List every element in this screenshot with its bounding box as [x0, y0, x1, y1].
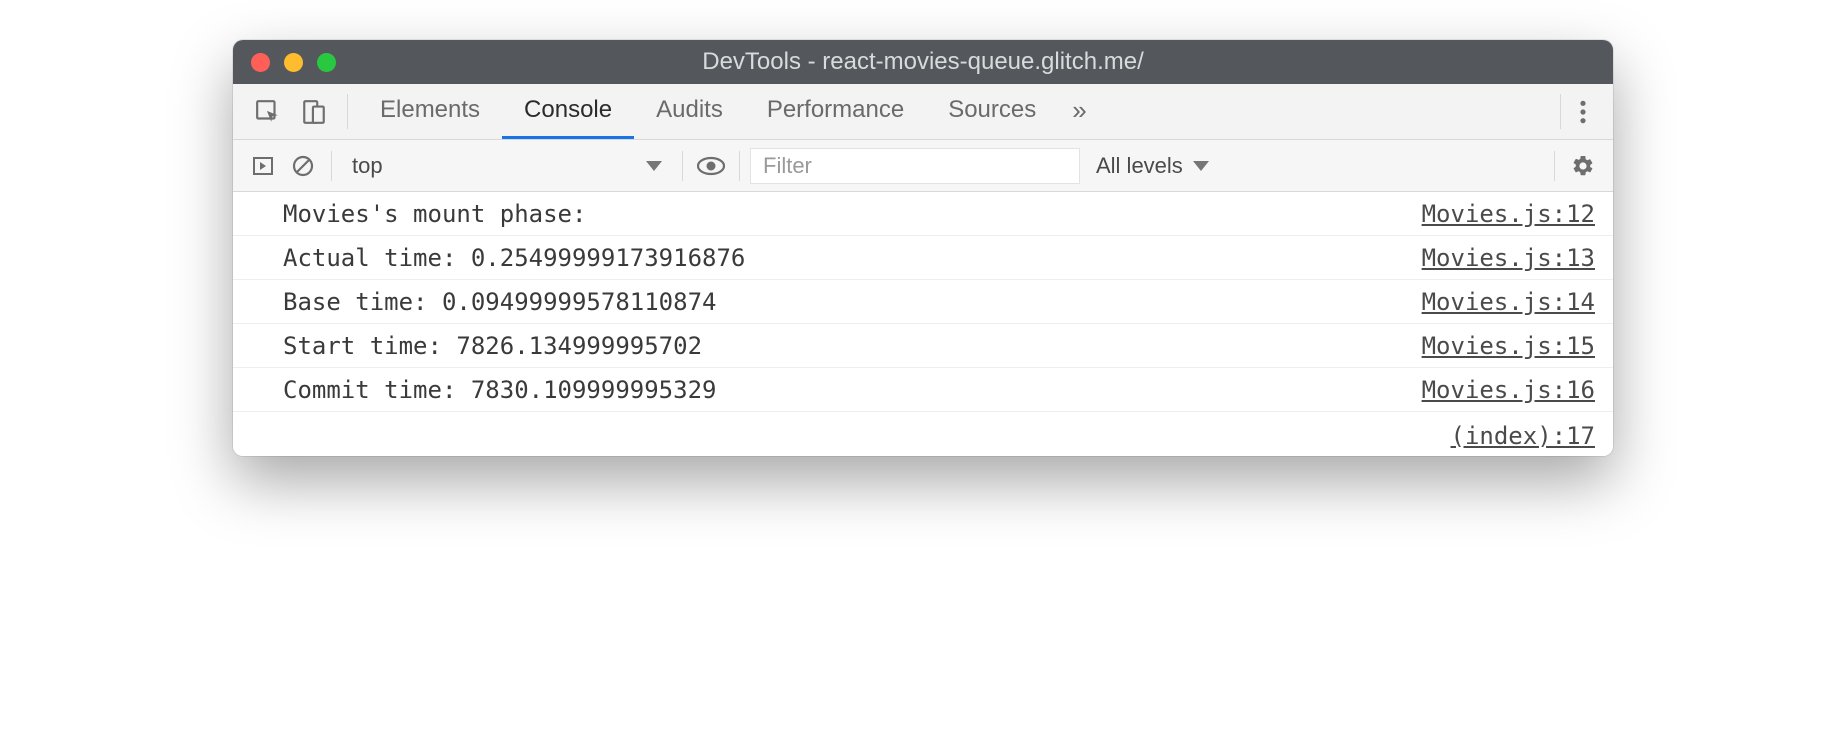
window-title: DevTools - react-movies-queue.glitch.me/	[233, 48, 1613, 76]
tab-label: Performance	[767, 96, 904, 124]
console-settings-icon[interactable]	[1565, 148, 1601, 184]
tab-label: Console	[524, 96, 612, 124]
separator	[1560, 94, 1561, 129]
console-message: Start time: 7826.134999995702	[283, 332, 702, 360]
separator	[739, 151, 740, 181]
console-message: Commit time: 7830.109999995329	[283, 376, 716, 404]
separator	[682, 151, 683, 181]
minimize-window-button[interactable]	[284, 53, 303, 72]
console-row: (index):17	[233, 412, 1613, 456]
live-expression-icon[interactable]	[693, 148, 729, 184]
console-message: Base time: 0.09499999578110874	[283, 288, 716, 316]
separator	[1554, 151, 1555, 181]
devtools-window: DevTools - react-movies-queue.glitch.me/…	[233, 40, 1613, 456]
separator	[347, 94, 348, 129]
console-row: Commit time: 7830.109999995329 Movies.js…	[233, 368, 1613, 412]
tab-label: Sources	[948, 96, 1036, 124]
source-link[interactable]: Movies.js:12	[1422, 200, 1595, 228]
chevron-down-icon	[1193, 161, 1209, 171]
zoom-window-button[interactable]	[317, 53, 336, 72]
source-link[interactable]: Movies.js:16	[1422, 376, 1595, 404]
tab-label: Elements	[380, 96, 480, 124]
window-controls	[233, 53, 336, 72]
chevron-down-icon	[646, 161, 662, 171]
console-row: Actual time: 0.25499999173916876 Movies.…	[233, 236, 1613, 280]
tab-elements[interactable]: Elements	[358, 84, 502, 139]
log-levels-label: All levels	[1096, 153, 1183, 179]
console-row: Start time: 7826.134999995702 Movies.js:…	[233, 324, 1613, 368]
clear-console-icon[interactable]	[285, 148, 321, 184]
panel-tabs: Elements Console Audits Performance Sour…	[358, 84, 1101, 139]
tab-console[interactable]: Console	[502, 84, 634, 139]
device-toolbar-icon[interactable]	[291, 84, 337, 139]
console-output: Movies's mount phase: Movies.js:12 Actua…	[233, 192, 1613, 456]
console-row: Base time: 0.09499999578110874 Movies.js…	[233, 280, 1613, 324]
source-link[interactable]: Movies.js:14	[1422, 288, 1595, 316]
console-message: Movies's mount phase:	[283, 200, 586, 228]
log-levels-selector[interactable]: All levels	[1084, 153, 1221, 179]
filter-input[interactable]	[750, 148, 1080, 184]
context-selector-value: top	[352, 153, 383, 179]
show-sidebar-icon[interactable]	[245, 148, 281, 184]
console-row: Movies's mount phase: Movies.js:12	[233, 192, 1613, 236]
more-options-icon[interactable]	[1565, 84, 1601, 139]
tab-label: Audits	[656, 96, 723, 124]
console-toolbar: top All levels	[233, 140, 1613, 192]
tab-audits[interactable]: Audits	[634, 84, 745, 139]
overflow-glyph: »	[1072, 95, 1086, 126]
source-link[interactable]: (index):17	[1451, 422, 1596, 450]
panel-tabstrip: Elements Console Audits Performance Sour…	[233, 84, 1613, 140]
close-window-button[interactable]	[251, 53, 270, 72]
tab-performance[interactable]: Performance	[745, 84, 926, 139]
source-link[interactable]: Movies.js:15	[1422, 332, 1595, 360]
context-selector[interactable]: top	[342, 148, 672, 184]
console-message: Actual time: 0.25499999173916876	[283, 244, 745, 272]
inspect-element-icon[interactable]	[245, 84, 291, 139]
tabs-overflow-button[interactable]: »	[1058, 84, 1100, 139]
tab-sources[interactable]: Sources	[926, 84, 1058, 139]
source-link[interactable]: Movies.js:13	[1422, 244, 1595, 272]
separator	[331, 151, 332, 181]
titlebar: DevTools - react-movies-queue.glitch.me/	[233, 40, 1613, 84]
